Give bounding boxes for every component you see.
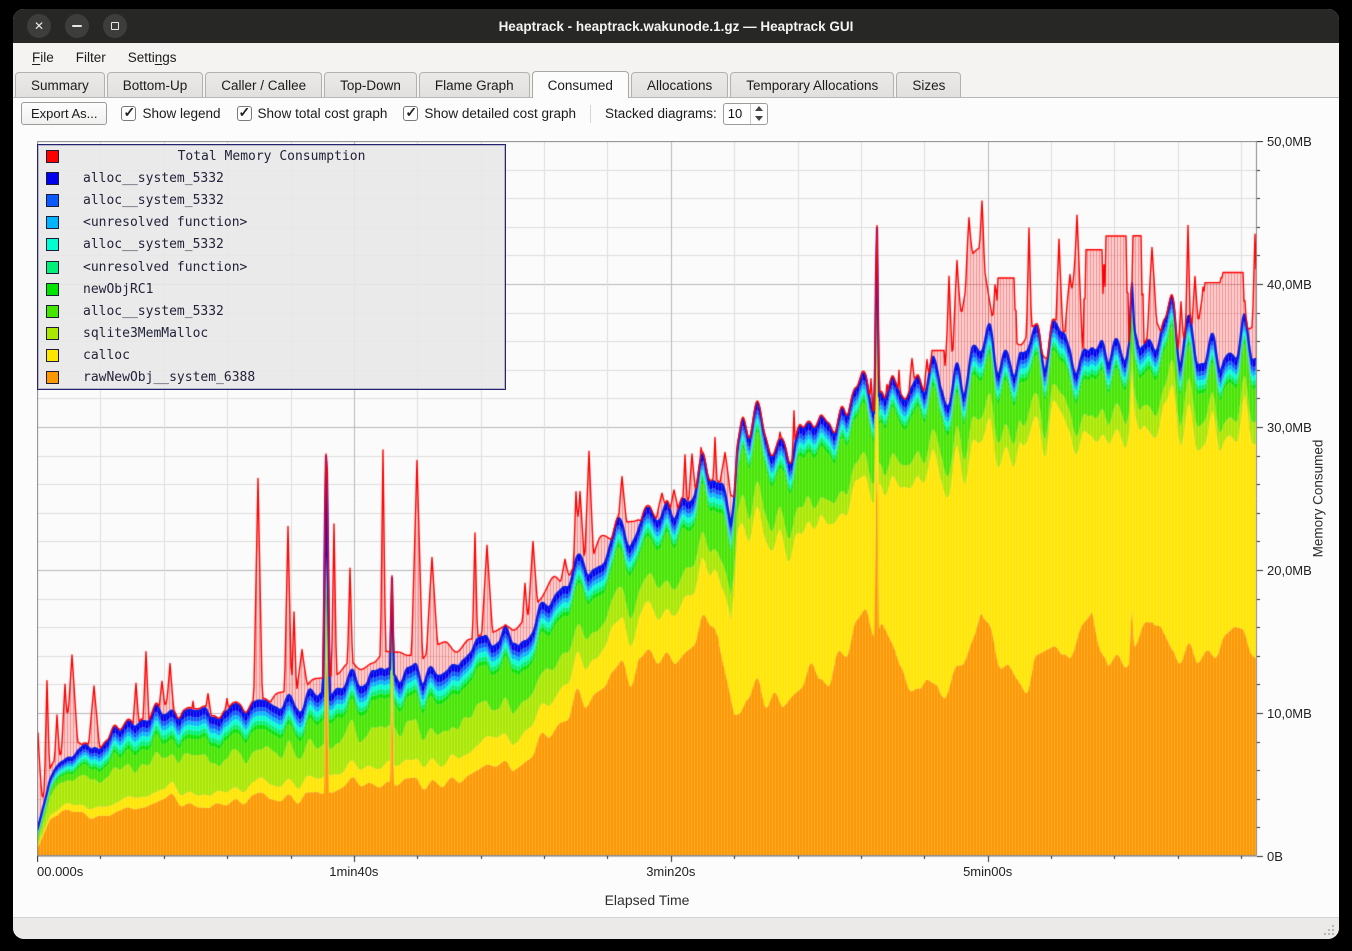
minimize-button[interactable] xyxy=(65,14,89,38)
toolbar-separator xyxy=(590,105,591,123)
legend-row: sqlite3MemMalloc xyxy=(38,323,505,345)
y-tick-label: 10,0MB xyxy=(1267,706,1312,721)
legend-label: <unresolved function> xyxy=(83,215,247,230)
checkbox-box[interactable] xyxy=(237,106,252,121)
arrow-up-icon xyxy=(755,106,763,111)
y-tick-label: 20,0MB xyxy=(1267,563,1312,578)
checkbox-box[interactable] xyxy=(403,106,418,121)
x-tick-label: 00.000s xyxy=(37,864,83,880)
menu-item-settings[interactable]: Settings xyxy=(117,46,188,69)
tab-bottom-up[interactable]: Bottom-Up xyxy=(107,72,204,97)
resize-grip-icon[interactable] xyxy=(1322,923,1334,935)
close-icon: ✕ xyxy=(34,20,44,32)
checkbox-label: Show detailed cost graph xyxy=(424,106,576,121)
legend-label: rawNewObj__system_6388 xyxy=(83,370,255,385)
stacked-diagrams-spinbox[interactable]: 10 xyxy=(723,103,768,125)
chart-legend: Total Memory Consumption alloc__system_53… xyxy=(37,144,506,390)
legend-row: newObjRC1 xyxy=(38,278,505,300)
legend-label: newObjRC1 xyxy=(83,282,153,297)
legend-label: <unresolved function> xyxy=(83,260,247,275)
arrow-down-icon xyxy=(755,116,763,121)
legend-swatch xyxy=(46,283,59,296)
status-bar xyxy=(13,917,1339,939)
spinbox-arrows xyxy=(750,104,767,124)
legend-swatch xyxy=(46,238,59,251)
tab-flame-graph[interactable]: Flame Graph xyxy=(419,72,530,97)
legend-swatch xyxy=(46,371,59,384)
tab-temporary-allocations[interactable]: Temporary Allocations xyxy=(730,72,894,97)
y-tick-label: 30,0MB xyxy=(1267,420,1312,435)
legend-swatch xyxy=(46,305,59,318)
consumed-chart-area: Total Memory Consumption alloc__system_53… xyxy=(13,129,1339,917)
minimize-icon xyxy=(72,25,82,27)
app-window: ✕ Heaptrack - heaptrack.wakunode.1.gz — … xyxy=(13,9,1339,939)
legend-row: <unresolved function> xyxy=(38,256,505,278)
legend-label: alloc__system_5332 xyxy=(83,193,224,208)
menubar: FileFilterSettings xyxy=(13,43,1339,71)
menu-item-filter[interactable]: Filter xyxy=(65,46,117,69)
x-tick-label: 1min40s xyxy=(294,864,414,880)
tab-sizes[interactable]: Sizes xyxy=(896,72,961,97)
legend-row: Total Memory Consumption xyxy=(38,145,505,167)
export-as-button[interactable]: Export As... xyxy=(21,102,107,125)
checkbox-group: Show legend Show total cost graph Show det… xyxy=(121,106,576,121)
checkbox-show-legend[interactable]: Show legend xyxy=(121,106,220,121)
legend-row: rawNewObj__system_6388 xyxy=(38,367,505,389)
tab-bar: SummaryBottom-UpCaller / CalleeTop-DownF… xyxy=(13,71,1339,98)
legend-row: alloc__system_5332 xyxy=(38,234,505,256)
x-tick-label: 3min20s xyxy=(611,864,731,880)
titlebar[interactable]: ✕ Heaptrack - heaptrack.wakunode.1.gz — … xyxy=(13,9,1339,43)
legend-label: Total Memory Consumption xyxy=(38,149,505,164)
legend-swatch xyxy=(46,327,59,340)
legend-label: alloc__system_5332 xyxy=(83,171,224,186)
y-axis-title: Memory Consumed xyxy=(1307,141,1329,856)
legend-label: sqlite3MemMalloc xyxy=(83,326,208,341)
legend-label: alloc__system_5332 xyxy=(83,237,224,252)
spin-up-button[interactable] xyxy=(751,104,767,114)
tab-allocations[interactable]: Allocations xyxy=(631,72,728,97)
legend-swatch xyxy=(46,261,59,274)
y-tick-label: 0B xyxy=(1267,849,1283,864)
tab-caller-callee[interactable]: Caller / Callee xyxy=(205,72,322,97)
y-tick-label: 40,0MB xyxy=(1267,277,1312,292)
checkbox-box[interactable] xyxy=(121,106,136,121)
stacked-diagrams-label: Stacked diagrams: xyxy=(605,106,717,121)
maximize-button[interactable] xyxy=(103,14,127,38)
spin-down-button[interactable] xyxy=(751,114,767,124)
legend-row: alloc__system_5332 xyxy=(38,167,505,189)
legend-swatch xyxy=(46,216,59,229)
legend-row: alloc__system_5332 xyxy=(38,300,505,322)
checkbox-show-detailed-cost-graph[interactable]: Show detailed cost graph xyxy=(403,106,576,121)
legend-label: alloc__system_5332 xyxy=(83,304,224,319)
y-tick-label: 50,0MB xyxy=(1267,134,1312,149)
legend-row: alloc__system_5332 xyxy=(38,189,505,211)
checkbox-show-total-cost-graph[interactable]: Show total cost graph xyxy=(237,106,388,121)
tab-top-down[interactable]: Top-Down xyxy=(324,72,417,97)
x-axis-title: Elapsed Time xyxy=(37,892,1257,908)
window-controls: ✕ xyxy=(27,14,127,38)
stacked-diagrams-control: Stacked diagrams: 10 xyxy=(605,103,768,125)
x-tick-label: 5min00s xyxy=(928,864,1048,880)
close-button[interactable]: ✕ xyxy=(27,14,51,38)
spinbox-value[interactable]: 10 xyxy=(724,104,750,124)
tab-summary[interactable]: Summary xyxy=(15,72,105,97)
menu-item-file[interactable]: File xyxy=(21,46,65,69)
legend-swatch xyxy=(46,349,59,362)
legend-swatch xyxy=(46,172,59,185)
window-title: Heaptrack - heaptrack.wakunode.1.gz — He… xyxy=(499,19,854,34)
checkbox-label: Show total cost graph xyxy=(258,106,388,121)
tab-consumed[interactable]: Consumed xyxy=(532,71,629,98)
legend-row: calloc xyxy=(38,345,505,367)
checkbox-label: Show legend xyxy=(142,106,220,121)
maximize-icon xyxy=(111,22,119,30)
legend-label: calloc xyxy=(83,348,130,363)
legend-swatch xyxy=(46,194,59,207)
legend-row: <unresolved function> xyxy=(38,212,505,234)
toolbar: Export As... Show legend Show total cost … xyxy=(13,98,1339,129)
